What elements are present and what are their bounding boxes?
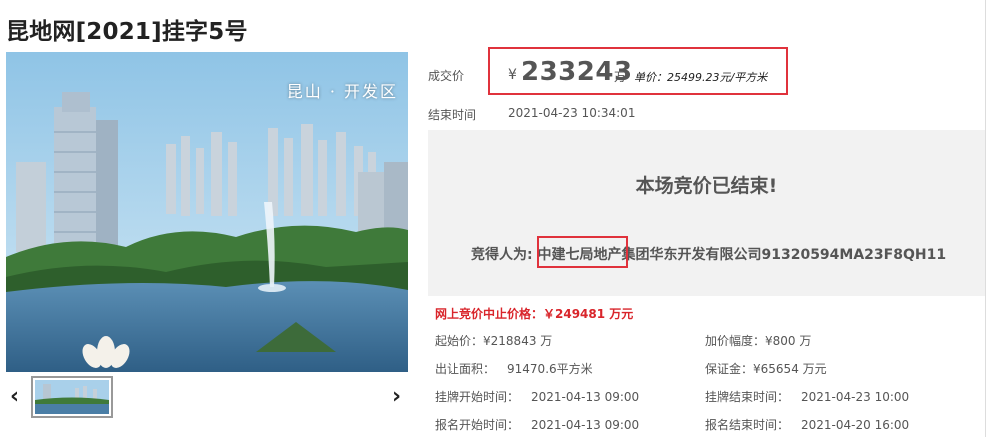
right-border [985, 0, 986, 437]
listing-end-value: 2021-04-23 10:00 [801, 390, 910, 404]
signup-end: 报名结束时间： 2021-04-20 16:00 [705, 416, 909, 433]
increment-label: 加价幅度： [705, 334, 766, 348]
auction-ended-message: 本场竞价已结束! [635, 175, 778, 197]
area-label: 出让面积： [435, 362, 496, 376]
signup-start-value: 2021-04-13 09:00 [531, 418, 640, 432]
start-price-value: ¥218843 万 [483, 334, 553, 348]
deposit-label: 保证金： [705, 362, 754, 376]
chevron-left-icon[interactable]: ‹ [10, 386, 19, 408]
signup-end-value: 2021-04-20 16:00 [801, 418, 910, 432]
price-currency: ¥ [508, 67, 517, 83]
page-title: 昆地网[2021]挂字5号 [6, 19, 248, 45]
deposit: 保证金：¥65654 万元 [705, 360, 827, 377]
listing-end: 挂牌结束时间： 2021-04-23 10:00 [705, 388, 909, 405]
photo-caption: 昆山 · 开发区 [286, 82, 398, 101]
chevron-right-icon[interactable]: › [392, 386, 401, 408]
photo-thumbnail[interactable] [31, 376, 113, 418]
listing-start-value: 2021-04-13 09:00 [531, 390, 640, 404]
listing-end-label: 挂牌结束时间： [705, 390, 790, 404]
main-photo: 昆山 · 开发区 [6, 52, 408, 372]
winner-label: 竞得人为: [471, 247, 533, 263]
end-time-label: 结束时间 [428, 108, 477, 122]
signup-end-label: 报名结束时间： [705, 418, 790, 432]
increment: 加价幅度：¥800 万 [705, 332, 811, 349]
end-time-value: 2021-04-23 10:34:01 [508, 106, 636, 120]
area-value: 91470.6平方米 [507, 362, 593, 376]
price-unit: 万 [614, 70, 627, 84]
result-panel [428, 130, 985, 296]
winner-highlight-box [537, 236, 628, 268]
signup-start-label: 报名开始时间： [435, 418, 520, 432]
signup-start: 报名开始时间： 2021-04-13 09:00 [435, 416, 639, 433]
listing-start-label: 挂牌开始时间： [435, 390, 520, 404]
limit-price: 网上竞价中止价格：￥249481 万元 [435, 307, 634, 321]
start-price-label: 起始价： [435, 334, 484, 348]
price-label: 成交价 [428, 69, 465, 83]
listing-start: 挂牌开始时间： 2021-04-13 09:00 [435, 388, 639, 405]
increment-value: ¥800 万 [765, 334, 812, 348]
area: 出让面积： 91470.6平方米 [435, 360, 593, 377]
unit-price: 单价：25499.23元/平方米 [634, 71, 768, 84]
start-price: 起始价：¥218843 万 [435, 332, 552, 349]
deposit-value: ¥65654 万元 [753, 362, 827, 376]
